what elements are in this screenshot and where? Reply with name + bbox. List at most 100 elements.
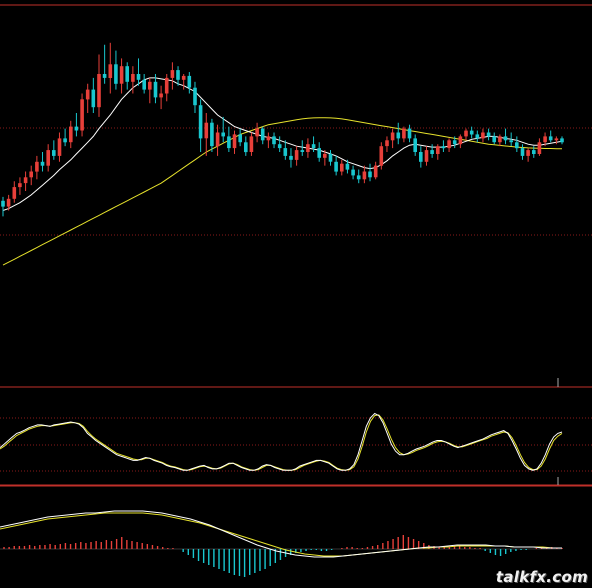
candle-body xyxy=(114,64,118,84)
candle-body xyxy=(40,161,45,166)
candle-body xyxy=(277,144,282,149)
candle-body xyxy=(283,148,288,156)
candle-body xyxy=(29,171,33,178)
candle-body xyxy=(407,128,412,139)
candle-body xyxy=(520,148,525,156)
candle-body xyxy=(345,163,350,170)
candle-body xyxy=(108,64,113,78)
candle-body xyxy=(181,75,186,80)
candle-body xyxy=(85,89,90,100)
candle-body xyxy=(300,150,305,152)
candle-body xyxy=(23,177,28,184)
candle-body xyxy=(221,132,225,137)
candle-body xyxy=(509,140,513,143)
candle-body xyxy=(515,142,519,149)
candle-body xyxy=(63,138,67,143)
candle-body xyxy=(227,136,231,149)
candle-body xyxy=(187,75,192,88)
panel-frame xyxy=(0,4,592,487)
candle-body xyxy=(176,70,180,80)
candle-body xyxy=(560,138,564,143)
candle-body xyxy=(125,66,129,82)
oscillator-signal-line xyxy=(0,414,563,471)
candle-body xyxy=(441,146,446,149)
candle-body xyxy=(198,105,203,139)
candle-body xyxy=(379,146,384,166)
candle-body xyxy=(215,132,220,147)
candle-body xyxy=(164,77,169,94)
candle-body xyxy=(232,134,237,149)
price-panel xyxy=(1,42,564,266)
candle-body xyxy=(356,175,361,180)
candle-body xyxy=(6,198,11,207)
candle-body xyxy=(306,144,310,152)
candle-body xyxy=(46,150,50,166)
candle-body xyxy=(430,150,434,154)
candle-body xyxy=(464,130,468,137)
candle-body xyxy=(210,122,214,147)
candle-body xyxy=(170,70,175,78)
candle-body xyxy=(458,136,463,145)
candle-body xyxy=(323,153,327,158)
candle-body xyxy=(481,132,485,139)
candle-body xyxy=(447,140,451,149)
candle-body xyxy=(413,138,417,152)
candle-body xyxy=(266,136,271,141)
candle-body xyxy=(131,74,135,82)
candle-body xyxy=(311,144,316,149)
candle-body xyxy=(238,134,242,143)
candle-body xyxy=(142,79,146,90)
candle-body xyxy=(548,136,553,141)
candle-body xyxy=(80,99,84,131)
candle-body xyxy=(12,187,17,199)
oscillator-panel xyxy=(0,378,563,485)
candle-body xyxy=(255,128,259,137)
candle-body xyxy=(74,126,79,131)
candle-body xyxy=(136,74,141,80)
candle-body xyxy=(340,163,344,172)
candle-body xyxy=(543,136,547,143)
candle-body xyxy=(249,136,254,152)
site-watermark: talkfx.com xyxy=(495,568,588,586)
candle-body xyxy=(498,136,502,143)
macd-panel xyxy=(0,510,563,577)
candle-body xyxy=(452,140,457,145)
candle-body xyxy=(52,150,56,156)
candle-body xyxy=(35,161,39,172)
candle-body xyxy=(334,161,338,172)
candle-body xyxy=(148,81,152,90)
candle-body xyxy=(390,132,395,141)
candle-body xyxy=(204,122,209,139)
candle-body xyxy=(159,93,163,98)
candle-body xyxy=(260,128,265,141)
chart-gridlines xyxy=(0,127,592,472)
candle-body xyxy=(436,146,440,154)
stock-chart xyxy=(0,4,592,577)
candle-body xyxy=(193,87,197,106)
candle-body xyxy=(153,81,158,98)
candle-body xyxy=(368,171,372,178)
candle-body xyxy=(402,128,406,139)
candle-body xyxy=(373,165,378,178)
candle-body xyxy=(102,74,107,78)
candle-body xyxy=(385,140,389,147)
candle-body xyxy=(289,155,293,160)
candle-body xyxy=(18,183,22,188)
candle-body xyxy=(317,148,321,158)
candle-body xyxy=(396,132,401,139)
candle-body xyxy=(351,169,355,176)
candle-body xyxy=(57,138,62,156)
candle-body xyxy=(492,136,496,143)
candle-body xyxy=(362,171,367,180)
candle-body xyxy=(244,142,248,153)
candle-body xyxy=(424,150,429,162)
candle-body xyxy=(119,66,124,84)
candle-body xyxy=(419,152,423,162)
candle-body xyxy=(294,150,299,160)
candle-body xyxy=(503,136,508,141)
slow-moving-average-line xyxy=(2,117,562,266)
candle-body xyxy=(526,150,530,156)
candle-body xyxy=(475,134,480,139)
candle-body xyxy=(328,153,333,162)
candle-body xyxy=(97,74,101,108)
